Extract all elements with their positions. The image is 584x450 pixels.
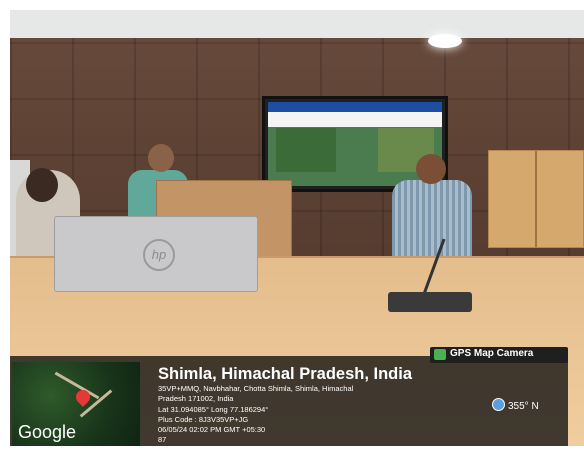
wooden-cabinet [488, 150, 584, 248]
presenter [392, 180, 472, 260]
person-left-head [26, 168, 58, 202]
compass-icon [492, 398, 505, 411]
compass-readout: 355° N [492, 398, 539, 412]
cabinet-door-split [535, 151, 537, 247]
address-line-2: Pradesh 171002, India [158, 394, 234, 404]
location-title: Shimla, Himachal Pradesh, India [158, 365, 413, 383]
plus-code: Plus Code : 8J3V35VP+JG [158, 414, 249, 424]
map-pin-icon [73, 387, 93, 407]
extra-value: 87 [158, 435, 167, 445]
microphone-base [388, 292, 472, 312]
camera-badge: GPS Map Camera [430, 347, 568, 363]
camera-badge-label: GPS Map Camera [450, 348, 534, 359]
person-at-podium-head [148, 144, 174, 172]
compass-heading: 355° N [508, 401, 539, 412]
screen-image-left [276, 128, 336, 172]
map-thumbnail: Google [12, 362, 140, 446]
map-attribution: Google [18, 422, 77, 442]
hp-logo-icon: hp [143, 239, 175, 271]
presenter-head [416, 154, 446, 184]
laptop: hp [54, 216, 258, 292]
address-line-1: 35VP+MMQ, Navbhahar, Chotta Shimla, Shim… [158, 384, 354, 393]
screen-header-bar [268, 102, 442, 112]
location-info: Shimla, Himachal Pradesh, India 35VP+MMQ… [158, 364, 458, 446]
coordinates: Lat 31.094085° Long 77.186294° [158, 404, 269, 414]
ceiling-light [428, 34, 462, 48]
camera-app-icon [434, 349, 446, 360]
datetime: 06/05/24 02:02 PM GMT +05:30 [158, 425, 266, 435]
